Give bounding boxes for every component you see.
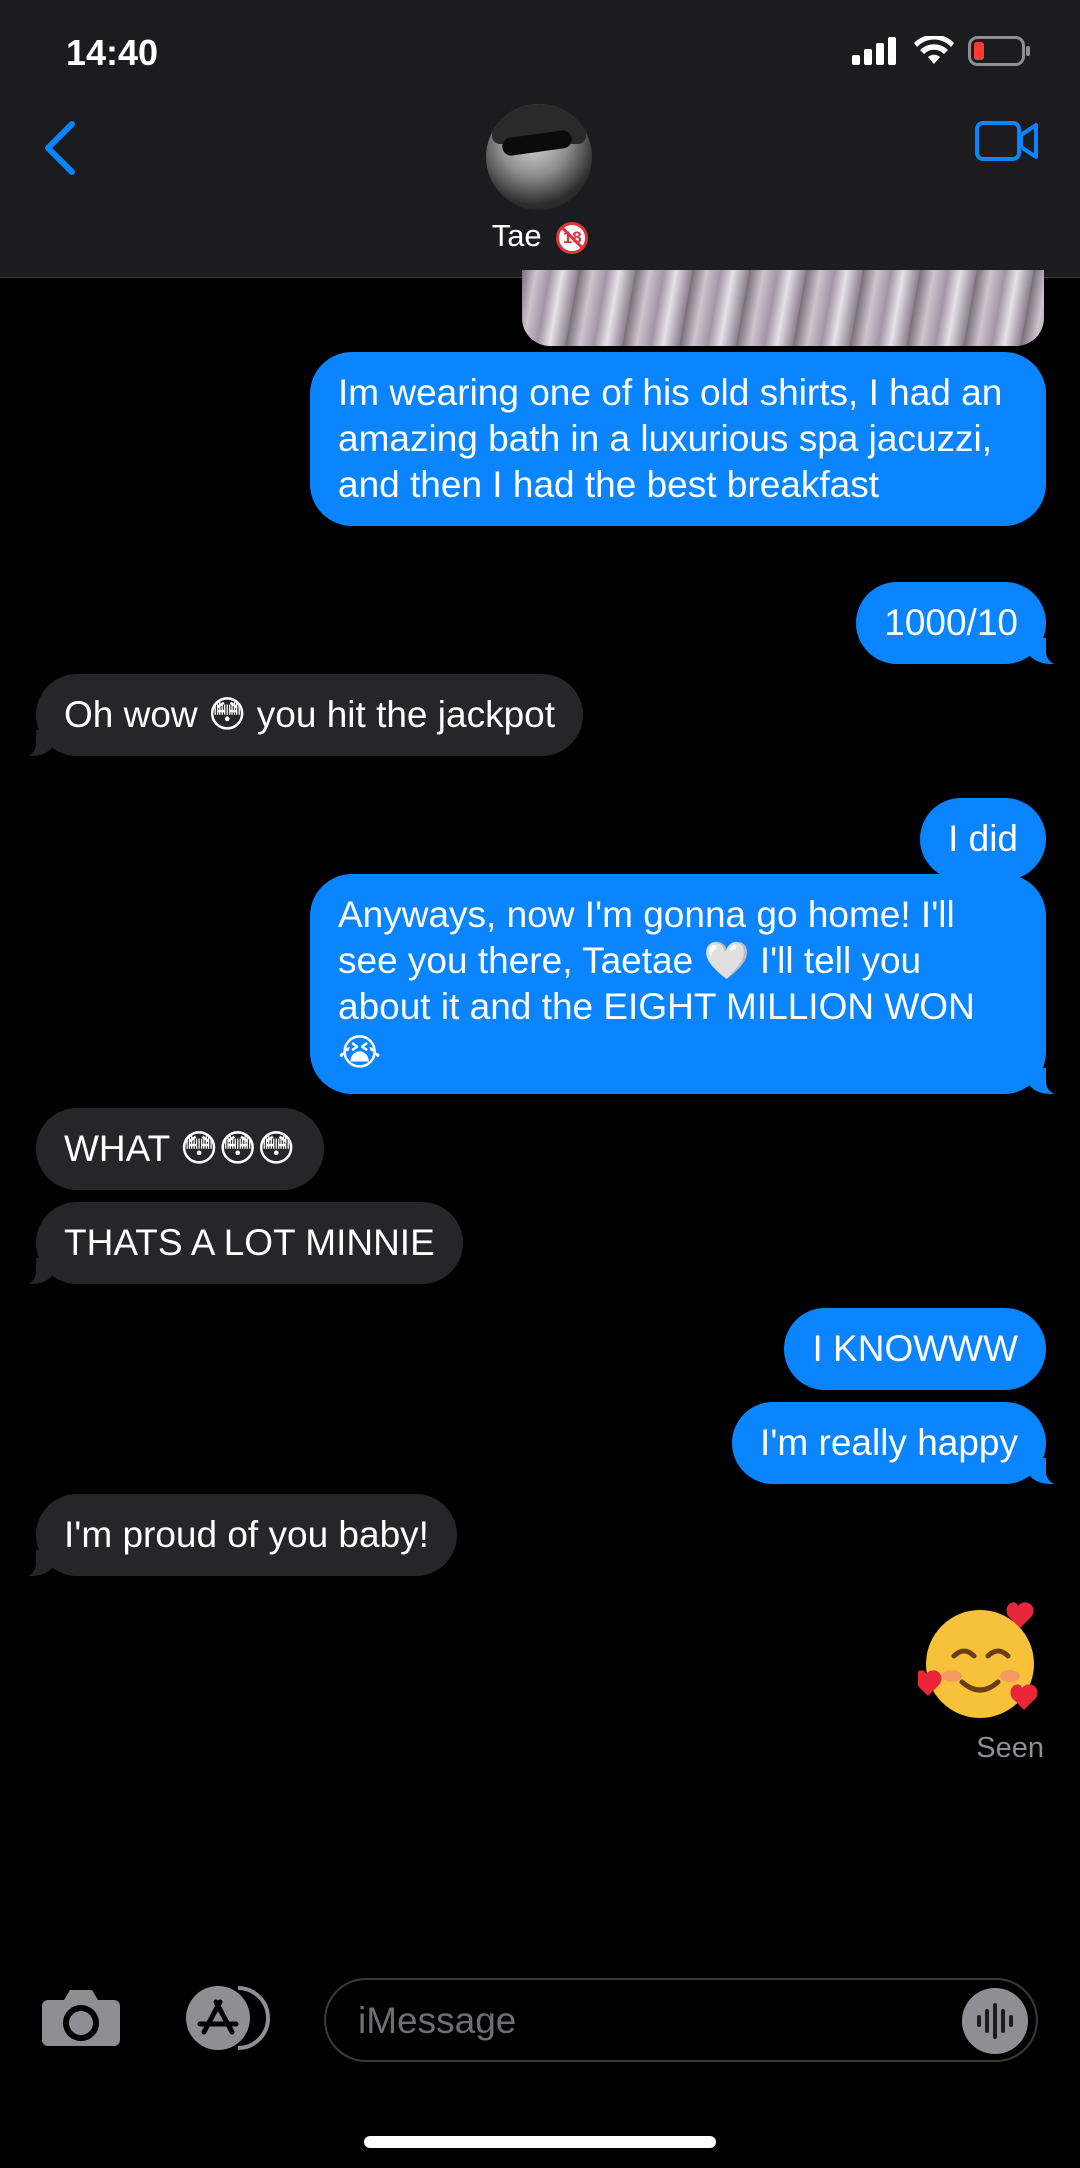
message-sent[interactable]: I did [920, 798, 1046, 880]
imessage-input[interactable] [324, 1978, 1038, 2062]
audio-message-icon[interactable] [962, 1988, 1028, 2054]
message-received[interactable]: THATS A LOT MINNIE [10, 1202, 463, 1286]
back-chevron-icon[interactable] [38, 118, 84, 178]
contact-name: Tae [491, 218, 542, 253]
home-indicator[interactable] [364, 2136, 716, 2148]
wifi-icon [914, 36, 954, 64]
message-sent[interactable]: I'm really happy [732, 1402, 1072, 1486]
read-receipt: Seen [976, 1732, 1044, 1764]
image-message[interactable] [522, 270, 1044, 346]
message-sent[interactable]: Anyways, now I'm gonna go home! I'll see… [310, 874, 1072, 1096]
message-sent[interactable]: Im wearing one of his old shirts, I had … [310, 352, 1046, 526]
status-icons [852, 36, 1032, 66]
battery-low-icon [968, 36, 1030, 66]
message-received[interactable]: WHAT 😳😳😳 [36, 1108, 324, 1190]
message-sent[interactable]: 1000/10 [856, 582, 1072, 666]
app-store-icon[interactable] [178, 1984, 272, 2052]
camera-icon[interactable] [40, 1986, 122, 2048]
cellular-signal-icon [852, 37, 896, 65]
no-under-18-icon: 18 [556, 221, 589, 254]
message-sent[interactable]: I KNOWWW [784, 1308, 1046, 1390]
message-received[interactable]: Oh wow 😳 you hit the jackpot [9, 674, 584, 758]
smiling-face-with-hearts-icon[interactable] [918, 1600, 1044, 1726]
status-time: 14:40 [66, 32, 159, 73]
contact-avatar[interactable] [486, 104, 592, 210]
message-received[interactable]: I'm proud of you baby! [10, 1494, 457, 1578]
facetime-video-icon[interactable] [974, 118, 1040, 164]
message-text-field[interactable] [356, 1994, 940, 2048]
contact-name-row[interactable]: Tae 18 [0, 218, 1080, 254]
conversation-header: 14:40 Tae 18 [0, 0, 1080, 278]
